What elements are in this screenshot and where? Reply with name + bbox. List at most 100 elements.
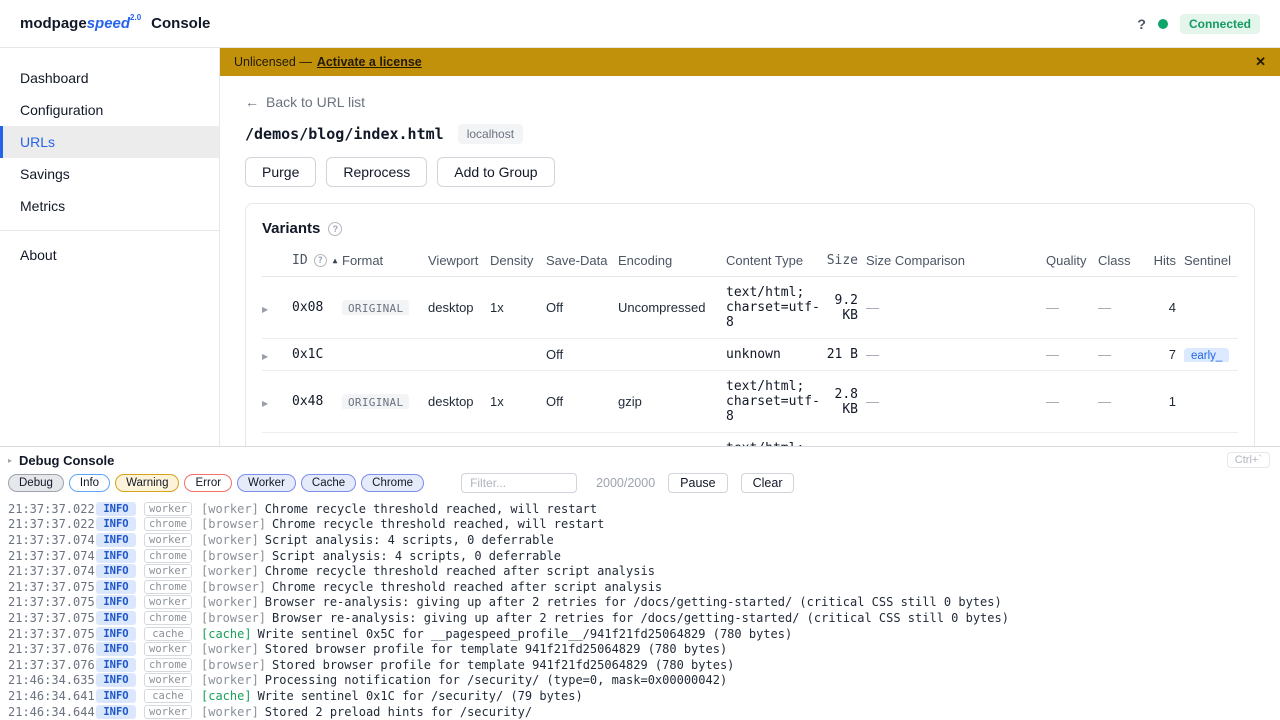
- log-source-badge: chrome: [144, 549, 192, 563]
- sort-asc-icon[interactable]: ▲: [333, 256, 338, 265]
- log-line: 21:37:37.076INFOchrome[browser]Stored br…: [8, 657, 1280, 673]
- pause-button[interactable]: Pause: [668, 473, 727, 493]
- back-label: Back to URL list: [266, 94, 365, 110]
- logo-version: 2.0: [130, 13, 141, 22]
- activate-license-link[interactable]: Activate a license: [317, 55, 422, 69]
- filter-pill-warning[interactable]: Warning: [115, 474, 179, 492]
- log-timestamp: 21:37:37.022: [8, 517, 96, 531]
- col-sentinel[interactable]: Sentinel: [1184, 253, 1234, 268]
- quality-cell: —: [1046, 300, 1098, 315]
- log-timestamp: 21:37:37.075: [8, 595, 96, 609]
- row-expand-icon[interactable]: ▶: [262, 305, 268, 314]
- col-class[interactable]: Class: [1098, 253, 1144, 268]
- size-cell: 21 B: [826, 347, 866, 362]
- table-row[interactable]: ▶ 0x48 ORIGINAL desktop 1x Off gzip text…: [262, 371, 1238, 433]
- viewport-cell: desktop: [428, 300, 490, 315]
- filter-pill-debug[interactable]: Debug: [8, 474, 64, 492]
- filter-pill-chrome[interactable]: Chrome: [361, 474, 424, 492]
- log-level-badge: INFO: [96, 611, 136, 625]
- log-prefix: [worker]: [201, 564, 259, 578]
- log-message: Stored 2 preload hints for /security/: [265, 705, 532, 719]
- log-message: Browser re-analysis: giving up after 2 r…: [265, 595, 1002, 609]
- id-help-icon[interactable]: ?: [314, 254, 327, 267]
- log-line: 21:37:37.074INFOchrome[browser]Script an…: [8, 548, 1280, 564]
- log-list[interactable]: 21:37:37.022INFOworker[worker]Chrome rec…: [0, 498, 1280, 720]
- col-id[interactable]: ID: [292, 253, 308, 268]
- size-comparison-cell: —: [866, 300, 1046, 315]
- row-expand-icon[interactable]: ▶: [262, 352, 268, 361]
- col-encoding[interactable]: Encoding: [618, 253, 726, 268]
- hits-cell: 4: [1144, 300, 1184, 315]
- log-prefix: [worker]: [201, 705, 259, 719]
- log-line: 21:46:34.635INFOworker[worker]Processing…: [8, 673, 1280, 689]
- content-type-cell: text/html; charset=utf-8: [726, 441, 826, 446]
- log-prefix: [browser]: [201, 611, 266, 625]
- log-source-badge: worker: [144, 595, 192, 609]
- log-source-badge: worker: [144, 705, 192, 719]
- log-line: 21:37:37.022INFOworker[worker]Chrome rec…: [8, 501, 1280, 517]
- col-size-comparison[interactable]: Size Comparison: [866, 253, 1046, 268]
- filter-pill-error[interactable]: Error: [184, 474, 232, 492]
- col-density[interactable]: Density: [490, 253, 546, 268]
- sentinel-badge: early_: [1184, 348, 1229, 362]
- sidebar-item-configuration[interactable]: Configuration: [0, 94, 219, 126]
- log-source-badge: chrome: [144, 517, 192, 531]
- app-title: Console: [151, 15, 210, 32]
- content-type-cell: text/html; charset=utf-8: [726, 379, 826, 424]
- col-content-type[interactable]: Content Type: [726, 253, 826, 268]
- log-timestamp: 21:37:37.074: [8, 564, 96, 578]
- purge-button[interactable]: Purge: [245, 157, 316, 187]
- add-to-group-button[interactable]: Add to Group: [437, 157, 554, 187]
- table-row[interactable]: ▶ 0x88 ORIGINAL desktop 1x Off brotli te…: [262, 433, 1238, 446]
- sidebar-item-savings[interactable]: Savings: [0, 158, 219, 190]
- col-save-data[interactable]: Save-Data: [546, 253, 618, 268]
- log-level-badge: INFO: [96, 627, 136, 641]
- sidebar-item-metrics[interactable]: Metrics: [0, 190, 219, 222]
- log-timestamp: 21:37:37.022: [8, 502, 96, 516]
- variants-card: Variants ? ID ? ▲ Format Viewport Densit…: [245, 203, 1255, 446]
- class-cell: —: [1098, 394, 1144, 409]
- log-message: Browser re-analysis: giving up after 2 r…: [272, 611, 1009, 625]
- log-source-badge: cache: [144, 689, 192, 703]
- console-collapse-icon[interactable]: ▸: [8, 456, 12, 465]
- filter-pill-cache[interactable]: Cache: [301, 474, 356, 492]
- variants-table: ID ? ▲ Format Viewport Density Save-Data…: [262, 253, 1238, 446]
- log-prefix: [worker]: [201, 533, 259, 547]
- col-size[interactable]: Size: [826, 253, 866, 268]
- encoding-cell: Uncompressed: [618, 300, 726, 315]
- log-timestamp: 21:46:34.644: [8, 705, 96, 719]
- col-viewport[interactable]: Viewport: [428, 253, 490, 268]
- filter-pill-worker[interactable]: Worker: [237, 474, 296, 492]
- filter-pill-info[interactable]: Info: [69, 474, 110, 492]
- log-filter-input[interactable]: [461, 473, 577, 493]
- density-cell: 1x: [490, 394, 546, 409]
- log-source-badge: cache: [144, 627, 192, 641]
- log-timestamp: 21:46:34.635: [8, 673, 96, 687]
- row-expand-icon[interactable]: ▶: [262, 399, 268, 408]
- url-path: /demos/blog/index.html: [245, 125, 444, 143]
- class-cell: —: [1098, 347, 1144, 362]
- quality-cell: —: [1046, 394, 1098, 409]
- connection-status-badge: Connected: [1180, 14, 1260, 34]
- log-timestamp: 21:37:37.074: [8, 549, 96, 563]
- clear-button[interactable]: Clear: [741, 473, 795, 493]
- help-icon[interactable]: ?: [1137, 16, 1146, 32]
- sidebar-item-dashboard[interactable]: Dashboard: [0, 62, 219, 94]
- log-line: 21:37:37.075INFOchrome[browser]Chrome re…: [8, 579, 1280, 595]
- sidebar-item-about[interactable]: About: [0, 239, 219, 271]
- table-row[interactable]: ▶ 0x1C Off unknown 21 B — — —: [262, 339, 1238, 371]
- size-comparison-cell: —: [866, 394, 1046, 409]
- reprocess-button[interactable]: Reprocess: [326, 157, 427, 187]
- banner-close-icon[interactable]: ✕: [1255, 54, 1266, 70]
- col-quality[interactable]: Quality: [1046, 253, 1098, 268]
- sidebar-item-urls[interactable]: URLs: [0, 126, 219, 158]
- size-comparison-cell: —: [866, 347, 1046, 362]
- top-bar: modpagespeed2.0 Console ? Connected: [0, 0, 1280, 48]
- variants-help-icon[interactable]: ?: [328, 222, 342, 236]
- col-format[interactable]: Format: [342, 253, 428, 268]
- col-hits[interactable]: Hits: [1144, 253, 1184, 268]
- encoding-cell: gzip: [618, 394, 726, 409]
- log-message: Script analysis: 4 scripts, 0 deferrable: [265, 533, 554, 547]
- back-to-url-list-link[interactable]: ← Back to URL list: [245, 94, 1255, 110]
- table-row[interactable]: ▶ 0x08 ORIGINAL desktop 1x Off Uncompres…: [262, 277, 1238, 339]
